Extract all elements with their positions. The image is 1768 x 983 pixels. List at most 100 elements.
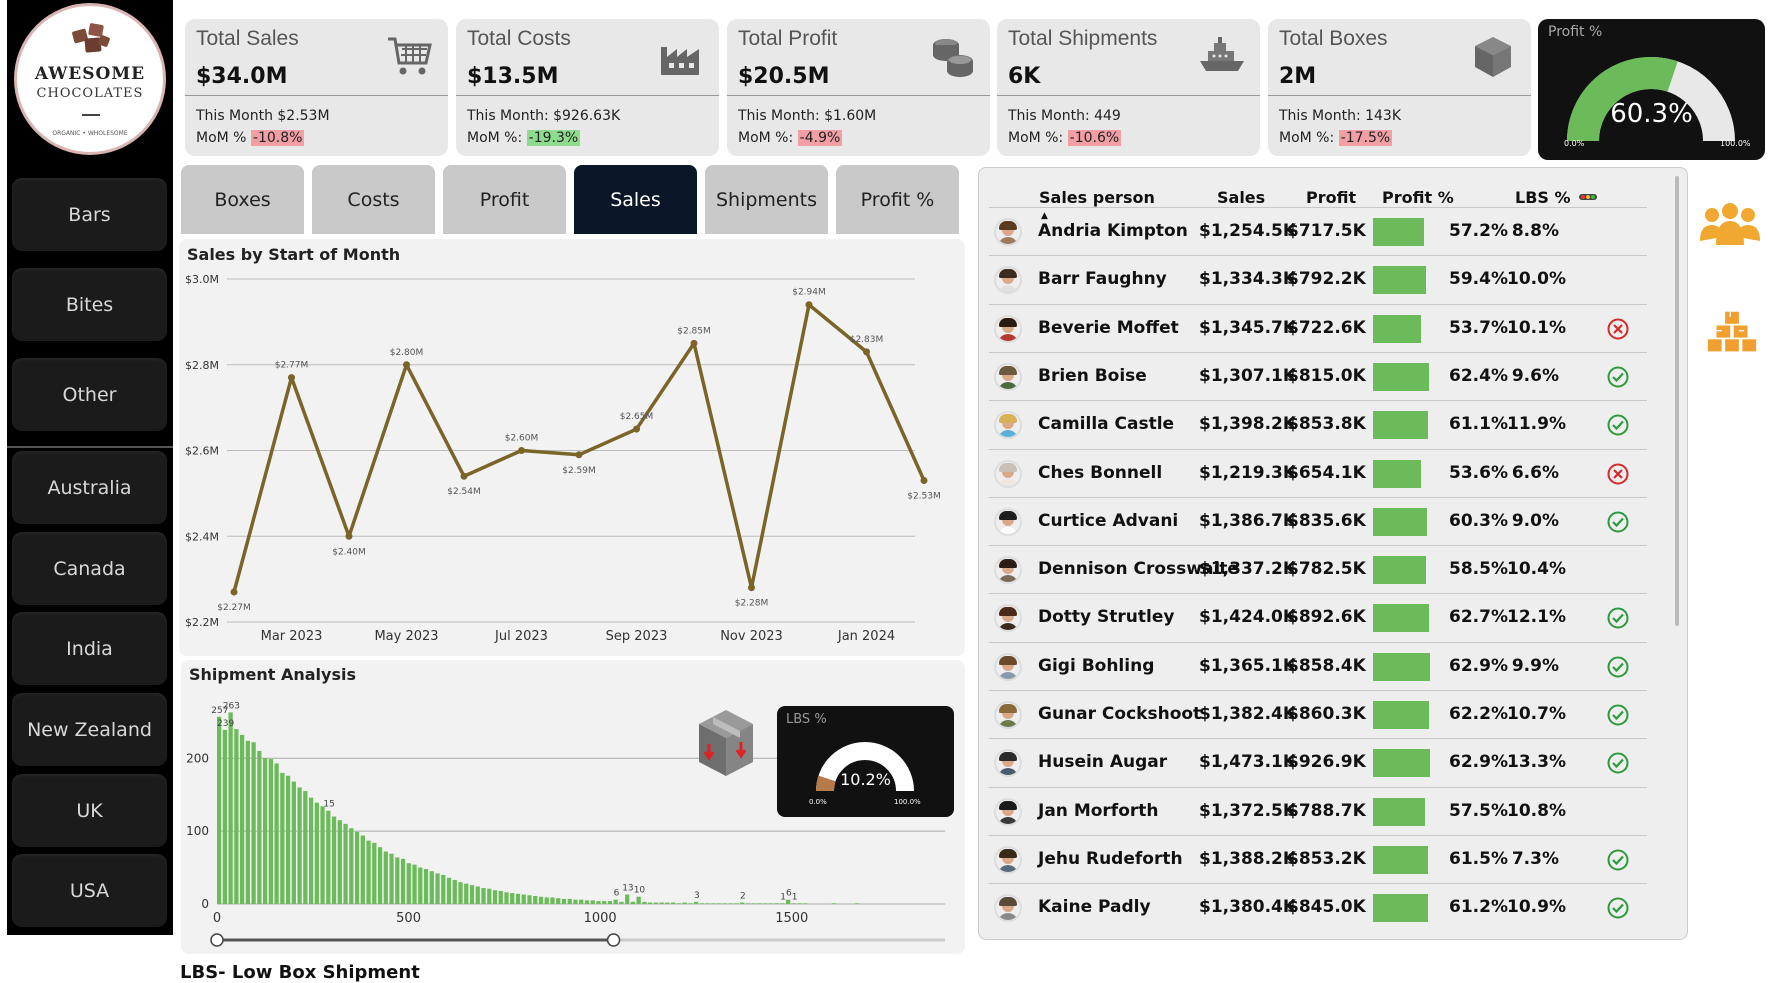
data-label: $2.94M xyxy=(792,288,826,298)
filter-bars-button[interactable]: Bars xyxy=(12,178,167,251)
table-row[interactable]: Jehu Rudeforth $1,388.2K $853.2K 61.5% 7.3% xyxy=(989,834,1647,883)
header-profit[interactable]: Profit xyxy=(1306,188,1356,207)
lbs-percent-value: 10.0% xyxy=(1507,269,1566,290)
histogram-bar xyxy=(648,902,653,904)
kpi-this-month: This Month $2.53M xyxy=(196,108,330,124)
table-row[interactable]: Gunar Cockshoot $1,382.4K $860.3K 62.2% 10.7… xyxy=(989,690,1647,738)
histogram-bar xyxy=(320,806,325,904)
profit-value: $858.4K xyxy=(1287,655,1366,676)
histogram-bar xyxy=(383,851,388,904)
profit-value: $926.9K xyxy=(1287,752,1366,773)
avatar-body xyxy=(998,816,1018,824)
table-row[interactable]: Jan Morforth $1,372.5K $788.7K 57.5% 10.8% xyxy=(989,786,1647,835)
slider-handle-min[interactable] xyxy=(210,933,224,947)
filter-new-zealand-button[interactable]: New Zealand xyxy=(12,693,167,766)
header-profit-percent[interactable]: Profit % xyxy=(1382,188,1454,207)
histogram-bar xyxy=(688,903,693,904)
sales-line-chart[interactable]: $2.2M $2.4M $2.6M $2.8M $3.0M Mar 2023 May 202… xyxy=(179,239,965,656)
lbs-percent-value: 9.0% xyxy=(1511,510,1559,531)
table-row[interactable]: Husein Augar $1,473.1K $926.9K 62.9% 13.3% xyxy=(989,738,1647,786)
data-point xyxy=(575,451,583,459)
boxes-stack-icon[interactable] xyxy=(1700,310,1764,360)
histogram-bar xyxy=(475,886,480,904)
tab-profit[interactable]: Profit xyxy=(443,165,566,234)
table-row[interactable]: Dennison Crosswaite $1,337.2K $782.5K 58.5%… xyxy=(989,545,1647,593)
histogram-bar xyxy=(492,890,498,904)
histogram-bar xyxy=(222,729,227,904)
data-label: 1 xyxy=(792,892,798,902)
filter-uk-button[interactable]: UK xyxy=(12,774,167,847)
avatar xyxy=(994,411,1022,440)
header-sales-person[interactable]: Sales person xyxy=(1039,188,1155,207)
check-circle-icon xyxy=(1607,607,1629,629)
avatar-hair xyxy=(999,317,1017,327)
filter-australia-button[interactable]: Australia xyxy=(12,451,167,524)
data-label: $2.60M xyxy=(505,434,539,444)
header-lbs-percent[interactable]: LBS % xyxy=(1515,188,1571,207)
histogram-bar xyxy=(458,882,463,904)
table-row[interactable]: Kaine Padly $1,380.4K $845.0K 61.2% 10.9% xyxy=(989,883,1647,931)
profit-value: $892.6K xyxy=(1287,607,1366,628)
filter-bites-button[interactable]: Bites xyxy=(12,268,167,341)
table-row[interactable]: Brien Boise $1,307.1K $815.0K 62.4% 9.6% xyxy=(989,351,1647,400)
histogram-bar xyxy=(395,857,400,904)
profit-percent-bar xyxy=(1373,362,1429,391)
profit-percent-bar xyxy=(1373,218,1424,246)
profit-percent-value: 59.4% xyxy=(1449,269,1508,290)
sales-value: $1,219.3K xyxy=(1199,462,1297,483)
sales-value: $1,386.7K xyxy=(1199,510,1297,531)
table-row[interactable]: Curtice Advani $1,386.7K $835.6K 60.3% 9.0% xyxy=(989,496,1647,545)
table-row[interactable]: Barr Faughny $1,334.3K $792.2K 59.4% 10.0% xyxy=(989,255,1647,303)
avatar-body xyxy=(998,768,1018,776)
x-tick-label: May 2023 xyxy=(374,629,438,644)
people-icon[interactable] xyxy=(1698,203,1762,253)
filter-canada-button[interactable]: Canada xyxy=(12,532,167,605)
table-scrollbar[interactable] xyxy=(1675,176,1679,626)
table-row[interactable]: Ches Bonnell $1,219.3K $654.1K 53.6% 6.6% xyxy=(989,448,1647,497)
data-label: 3 xyxy=(694,891,700,901)
profit-percent-bar xyxy=(1373,556,1426,585)
avatar-body xyxy=(998,526,1018,534)
sales-person-name: Gigi Bohling xyxy=(1038,655,1155,676)
profit-value: $788.7K xyxy=(1287,800,1366,821)
filter-usa-button[interactable]: USA xyxy=(12,854,167,927)
tab-shipments[interactable]: Shipments xyxy=(705,165,828,234)
avatar xyxy=(994,556,1022,585)
table-row[interactable]: Andria Kimpton $1,254.5K $717.5K 57.2% 8.8% xyxy=(989,207,1647,255)
filter-india-button[interactable]: India xyxy=(12,612,167,685)
tab-sales[interactable]: Sales xyxy=(574,165,697,234)
histogram-bar xyxy=(452,879,457,904)
table-row[interactable]: Gigi Bohling $1,365.1K $858.4K 62.9% 9.9% xyxy=(989,641,1647,690)
header-sales[interactable]: Sales xyxy=(1217,188,1265,207)
factory-icon xyxy=(661,47,699,75)
data-label: 10 xyxy=(634,886,646,896)
table-row[interactable]: Camilla Castle $1,398.2K $853.8K 61.1% 11.9% xyxy=(989,400,1647,448)
kpi-this-month: This Month: 143K xyxy=(1279,108,1402,124)
tab-profit-percent[interactable]: Profit % xyxy=(836,165,959,234)
table-row[interactable]: Beverie Moffet $1,345.7K $722.6K 53.7% 10.1% xyxy=(989,303,1647,352)
histogram-bar xyxy=(573,899,578,904)
table-row[interactable]: Dotty Strutley $1,424.0K $892.6K 62.7% 12.1% xyxy=(989,593,1647,641)
histogram-bar xyxy=(567,898,572,904)
profit-percent-bar xyxy=(1373,411,1428,440)
histogram-bar xyxy=(831,903,837,904)
sales-value: $1,424.0K xyxy=(1199,607,1297,628)
histogram-bar xyxy=(676,903,682,904)
avatar-hair xyxy=(999,607,1017,617)
profit-percent-value: 53.6% xyxy=(1449,462,1508,483)
status-legend-icon xyxy=(1579,194,1597,200)
tab-costs[interactable]: Costs xyxy=(312,165,435,234)
histogram-bar xyxy=(625,894,630,904)
avatar-body xyxy=(998,285,1018,293)
kpi-title: Total Costs xyxy=(467,27,571,50)
tab-boxes[interactable]: Boxes xyxy=(181,165,304,234)
profit-percent-value: 61.1% xyxy=(1449,414,1508,435)
data-point xyxy=(920,477,928,485)
histogram-bar xyxy=(487,888,492,904)
slider-handle-max[interactable] xyxy=(606,933,621,947)
histogram-bar xyxy=(728,903,733,904)
profit-value: $860.3K xyxy=(1287,704,1366,724)
filter-other-button[interactable]: Other xyxy=(12,358,167,431)
histogram-bar xyxy=(280,772,285,904)
check-circle-icon xyxy=(1607,752,1629,774)
